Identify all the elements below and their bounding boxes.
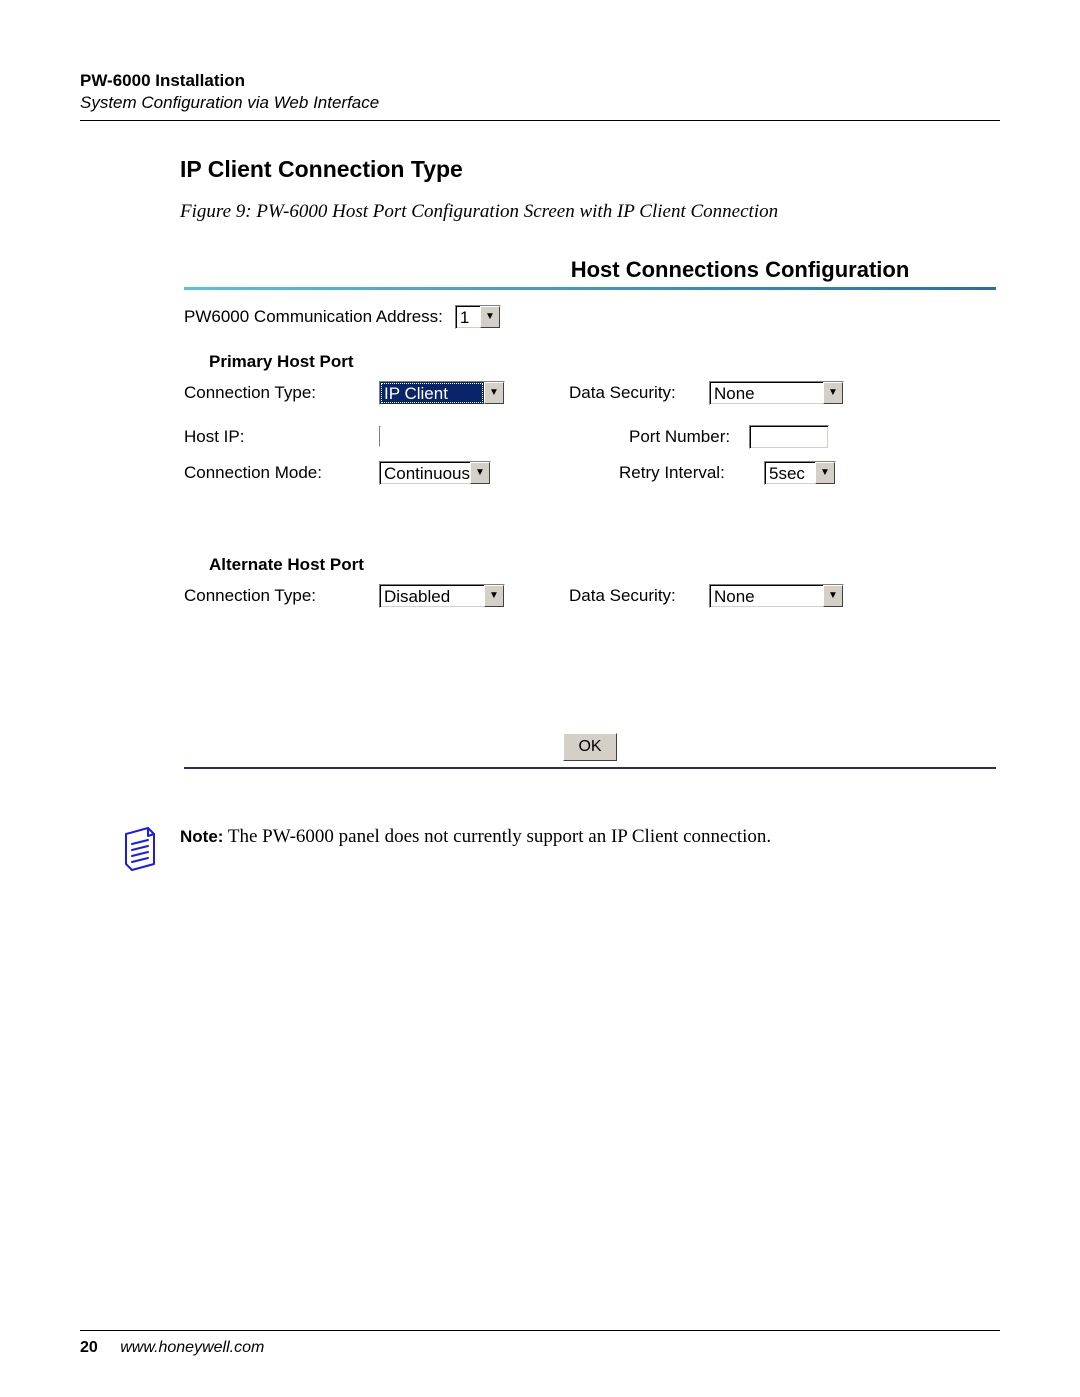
note-icon bbox=[120, 824, 160, 877]
figure-caption: Figure 9: PW-6000 Host Port Configuratio… bbox=[180, 201, 1000, 223]
comm-address-value: 1 bbox=[456, 306, 480, 328]
note-prefix: Note: bbox=[180, 827, 223, 846]
footer-rule bbox=[80, 1330, 1000, 1331]
page-header: PW-6000 Installation System Configuratio… bbox=[80, 70, 1000, 114]
primary-connection-type-select[interactable]: IP Client ▼ bbox=[379, 381, 505, 405]
alt-data-security-label: Data Security: bbox=[569, 586, 709, 606]
screenshot-title: Host Connections Configuration bbox=[184, 253, 996, 287]
chevron-down-icon: ▼ bbox=[480, 306, 500, 328]
alt-data-security-value: None bbox=[710, 585, 823, 607]
primary-host-heading: Primary Host Port bbox=[209, 352, 996, 372]
primary-connection-type-value: IP Client bbox=[380, 382, 484, 404]
retry-interval-select[interactable]: 5sec ▼ bbox=[764, 461, 836, 485]
comm-address-label: PW6000 Communication Address: bbox=[184, 307, 443, 327]
chevron-down-icon: ▼ bbox=[815, 462, 835, 484]
header-rule bbox=[80, 120, 1000, 121]
ok-button[interactable]: OK bbox=[563, 733, 617, 761]
retry-interval-value: 5sec bbox=[765, 462, 815, 484]
alternate-host-heading: Alternate Host Port bbox=[209, 555, 996, 575]
port-number-input[interactable] bbox=[749, 425, 829, 449]
alt-connection-type-label: Connection Type: bbox=[184, 586, 379, 606]
primary-data-security-value: None bbox=[710, 382, 823, 404]
primary-data-security-select[interactable]: None ▼ bbox=[709, 381, 844, 405]
chevron-down-icon: ▼ bbox=[823, 382, 843, 404]
chevron-down-icon: ▼ bbox=[470, 462, 490, 484]
connection-mode-value: Continuous bbox=[380, 462, 470, 484]
chevron-down-icon: ▼ bbox=[484, 585, 504, 607]
page-footer: 20 www.honeywell.com bbox=[80, 1330, 1000, 1357]
alt-connection-type-select[interactable]: Disabled ▼ bbox=[379, 584, 505, 608]
connection-mode-label: Connection Mode: bbox=[184, 463, 379, 483]
retry-interval-label: Retry Interval: bbox=[619, 463, 764, 483]
note-body: The PW-6000 panel does not currently sup… bbox=[223, 826, 771, 847]
page-number: 20 bbox=[80, 1339, 98, 1356]
primary-connection-type-label: Connection Type: bbox=[184, 383, 379, 403]
alt-connection-type-value: Disabled bbox=[380, 585, 484, 607]
doc-title: PW-6000 Installation bbox=[80, 70, 1000, 92]
alt-data-security-select[interactable]: None ▼ bbox=[709, 584, 844, 608]
footer-url: www.honeywell.com bbox=[120, 1339, 264, 1356]
ok-button-label: OK bbox=[578, 738, 601, 756]
host-ip-label: Host IP: bbox=[184, 427, 379, 447]
connection-mode-select[interactable]: Continuous ▼ bbox=[379, 461, 491, 485]
port-number-label: Port Number: bbox=[629, 427, 749, 447]
chevron-down-icon: ▼ bbox=[823, 585, 843, 607]
note-text: Note: The PW-6000 panel does not current… bbox=[180, 824, 771, 851]
comm-address-select[interactable]: 1 ▼ bbox=[455, 305, 501, 329]
bottom-rule bbox=[184, 767, 996, 769]
primary-data-security-label: Data Security: bbox=[569, 383, 709, 403]
screenshot-panel: Host Connections Configuration PW6000 Co… bbox=[180, 253, 1000, 799]
section-heading: IP Client Connection Type bbox=[180, 156, 1000, 183]
host-ip-input[interactable] bbox=[379, 426, 381, 447]
doc-subtitle: System Configuration via Web Interface bbox=[80, 92, 1000, 114]
title-rule bbox=[184, 287, 996, 290]
chevron-down-icon: ▼ bbox=[484, 382, 504, 404]
